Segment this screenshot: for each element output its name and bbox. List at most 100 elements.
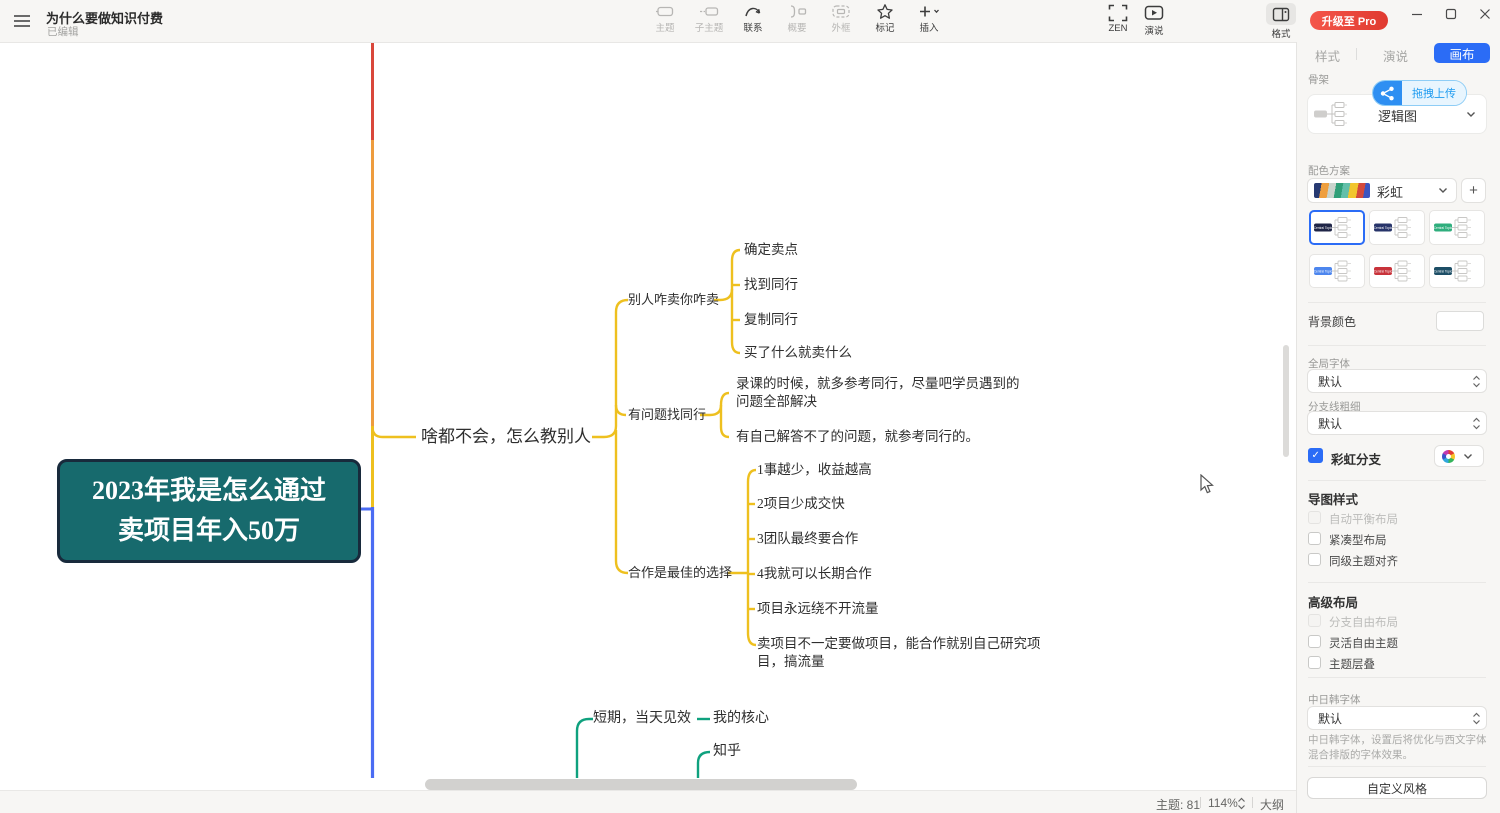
statusbar (0, 790, 1296, 813)
document-status: 已编辑 (47, 24, 79, 39)
theme-thumbnail-6[interactable]: Central Topic (1429, 254, 1485, 288)
relationship-button[interactable]: 联系 (738, 3, 768, 34)
topic-short-term[interactable]: 短期，当天见效 (593, 709, 691, 729)
toolbar: 主题 子主题 联系 概要 外框 标记 插入 (650, 3, 944, 34)
tab-style[interactable]: 样式 (1315, 46, 1340, 65)
topic-overlap-label: 主题层叠 (1329, 656, 1375, 672)
chevron-down-icon (1463, 453, 1473, 460)
rainbow-branch-checkbox[interactable] (1308, 448, 1323, 463)
topic-cooperation[interactable]: 合作是最佳的选择 (628, 563, 732, 583)
present-icon (1144, 4, 1164, 22)
svg-text:Central Topic: Central Topic (1314, 226, 1333, 230)
topic-sell-what-bought[interactable]: 买了什么就卖什么 (744, 343, 852, 363)
topic-coop-2[interactable]: 2项目少成交快 (757, 494, 845, 514)
maximize-button[interactable] (1442, 5, 1460, 23)
drag-upload-label: 拖拽上传 (1402, 81, 1466, 105)
custom-style-button[interactable]: 自定义风格 (1307, 777, 1487, 799)
global-font-select[interactable]: 默认 (1307, 369, 1487, 393)
outline-button[interactable]: 大纲 (1260, 796, 1284, 813)
background-color-swatch[interactable] (1436, 311, 1484, 331)
horizontal-scrollbar[interactable] (425, 779, 857, 790)
vertical-scrollbar[interactable] (1283, 345, 1289, 457)
statusbar-separator (1200, 797, 1201, 808)
rainbow-color-select[interactable] (1434, 445, 1484, 467)
boundary-button[interactable]: 外框 (826, 3, 856, 34)
stepper-icon (1472, 417, 1481, 430)
present-button[interactable]: 演说 (1144, 4, 1164, 37)
upgrade-pro-button[interactable]: 升级至 Pro (1310, 11, 1388, 30)
summary-button[interactable]: 概要 (782, 3, 812, 34)
cloud-upload-widget[interactable]: 拖拽上传 (1372, 80, 1467, 106)
zoom-level[interactable]: 114% (1208, 796, 1238, 810)
topic-coop-1[interactable]: 1事越少，收益越高 (757, 460, 872, 480)
svg-text:Central Topic: Central Topic (1374, 226, 1393, 230)
subtopic-button[interactable]: 子主题 (694, 3, 724, 34)
minimize-button[interactable] (1408, 5, 1426, 23)
topic-coop-sell[interactable]: 卖项目不一定要做项目，能合作就别自己研究项 目，搞流量 (757, 635, 1041, 671)
map-style-title: 导图样式 (1308, 489, 1358, 508)
topic-icon (655, 3, 675, 20)
marker-button[interactable]: 标记 (870, 3, 900, 34)
marker-label: 标记 (875, 20, 894, 34)
topic-coop-traffic[interactable]: 项目永远绕不开流量 (757, 599, 879, 619)
titlebar-divider (0, 42, 1296, 43)
topic-selling-point[interactable]: 确定卖点 (744, 240, 798, 260)
zen-mode-button[interactable]: ZEN (1108, 4, 1128, 34)
subtopic-icon (699, 3, 719, 20)
theme-thumbnail-5[interactable]: Central Topic (1369, 254, 1425, 288)
topic-copy-peer[interactable]: 复制同行 (744, 310, 798, 330)
topic-find-peer[interactable]: 找到同行 (744, 275, 798, 295)
insert-label: 插入 (919, 20, 938, 34)
theme-thumbnail-4[interactable]: Central Topic (1309, 254, 1365, 288)
statusbar-separator (1252, 797, 1253, 808)
format-panel-button[interactable] (1266, 3, 1296, 25)
stepper-icon (1472, 712, 1481, 725)
background-color-label: 背景颜色 (1308, 313, 1356, 330)
free-branch-checkbox (1308, 614, 1321, 627)
theme-thumbnail-1[interactable]: Central Topic (1309, 210, 1365, 245)
boundary-icon (831, 3, 851, 20)
zoom-stepper-icon[interactable] (1237, 797, 1246, 810)
maximize-icon (1444, 7, 1458, 21)
section-divider (1308, 480, 1486, 481)
topic-sell-like[interactable]: 别人咋卖你咋卖 (628, 290, 719, 310)
close-icon (1478, 7, 1492, 21)
topic-coop-3[interactable]: 3团队最终要合作 (757, 529, 858, 549)
share-nodes-icon (1373, 81, 1402, 105)
topic-button[interactable]: 主题 (650, 3, 680, 34)
stepper-icon (1472, 375, 1481, 388)
svg-text:Central Topic: Central Topic (1434, 226, 1453, 230)
tab-canvas[interactable]: 画布 (1434, 43, 1490, 63)
insert-plus-icon (916, 3, 942, 20)
svg-text:Central Topic: Central Topic (1374, 270, 1393, 274)
add-scheme-button[interactable]: + (1461, 178, 1486, 203)
topic-refer-peers[interactable]: 有自己解答不了的问题，就参考同行的。 (736, 427, 979, 447)
subtopic-label: 子主题 (695, 20, 724, 34)
topic-record-course[interactable]: 录课的时候，就多参考同行，尽量吧学员遇到的 问题全部解决 (736, 375, 1020, 411)
theme-thumbnail-2[interactable]: Central Topic (1369, 210, 1425, 245)
flexible-topic-label: 灵活自由主题 (1329, 635, 1398, 651)
tab-present[interactable]: 演说 (1383, 46, 1408, 65)
branch-width-select[interactable]: 默认 (1307, 411, 1487, 435)
advanced-layout-title: 高级布局 (1308, 592, 1358, 611)
flexible-topic-checkbox[interactable] (1308, 635, 1321, 648)
marker-star-icon (875, 3, 895, 20)
relationship-icon (743, 3, 763, 20)
close-button[interactable] (1476, 5, 1494, 23)
topic-ask-peers[interactable]: 有问题找同行 (628, 405, 706, 425)
compact-layout-checkbox[interactable] (1308, 532, 1321, 545)
insert-button[interactable]: 插入 (914, 3, 944, 34)
mouse-cursor (1200, 474, 1214, 495)
align-siblings-checkbox[interactable] (1308, 553, 1321, 566)
theme-thumbnail-3[interactable]: Central Topic (1429, 210, 1485, 245)
topic-coop-4[interactable]: 4我就可以长期合作 (757, 564, 872, 584)
hamburger-menu-icon[interactable] (13, 14, 31, 28)
topic-overlap-checkbox[interactable] (1308, 656, 1321, 669)
minimize-icon (1410, 7, 1424, 21)
auto-balance-label: 自动平衡布局 (1329, 511, 1398, 527)
topic-zhihu[interactable]: 知乎 (713, 742, 741, 762)
central-topic-node[interactable]: 2023年我是怎么通过 卖项目年入50万 (57, 459, 361, 563)
cjk-font-select[interactable]: 默认 (1307, 706, 1487, 730)
topic-teach[interactable]: 啥都不会，怎么教别人 (421, 424, 591, 450)
topic-my-core[interactable]: 我的核心 (713, 709, 769, 729)
